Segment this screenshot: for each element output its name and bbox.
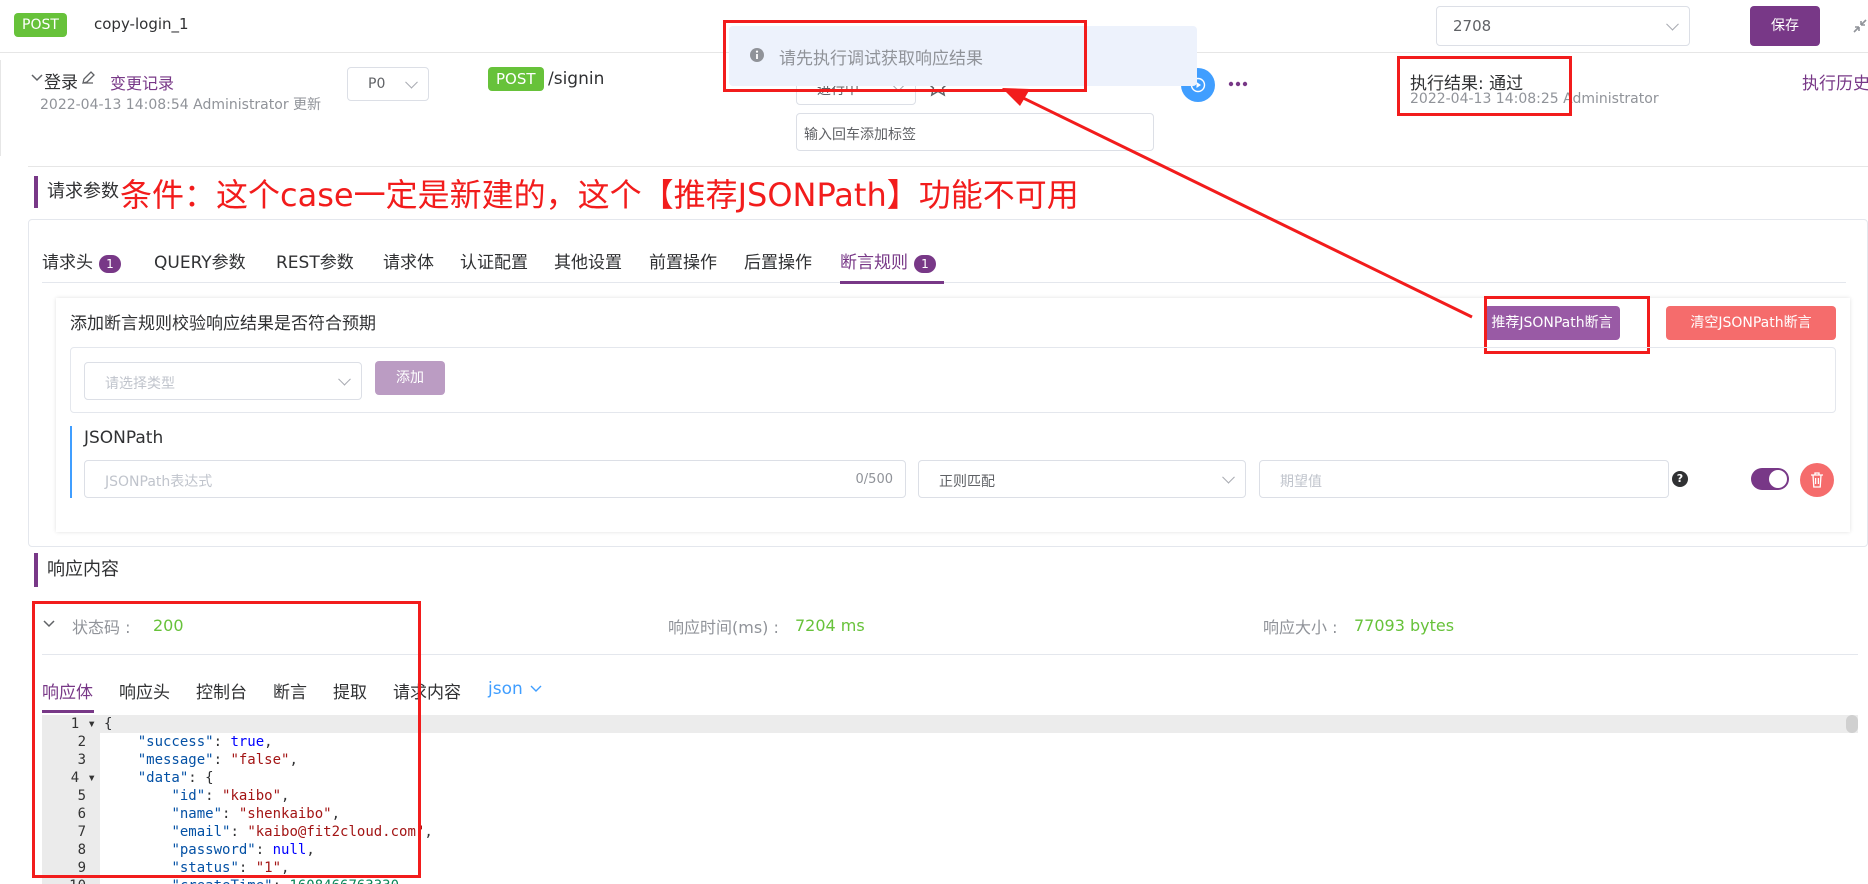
annotation-arrow [1002, 88, 1473, 319]
